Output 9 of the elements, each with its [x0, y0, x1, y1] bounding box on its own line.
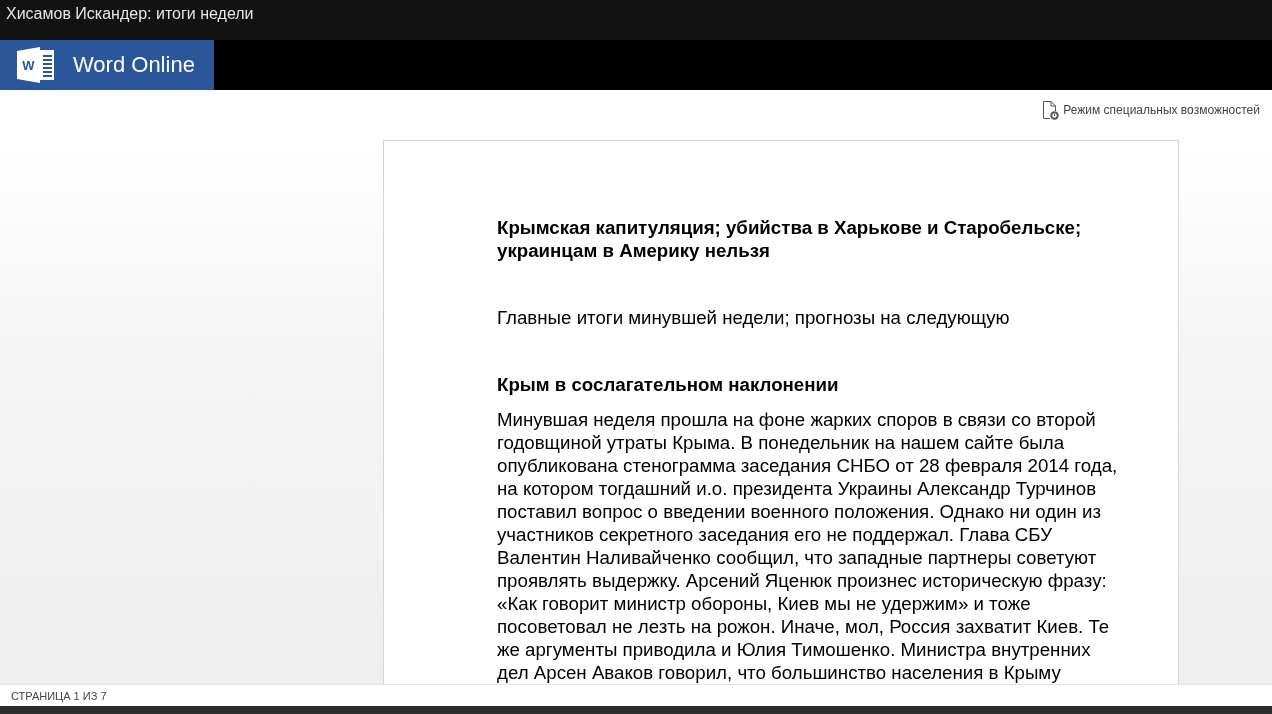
window-title: Хисамов Искандер: итоги недели: [6, 4, 254, 24]
page-indicator: СТРАНИЦА 1 ИЗ 7: [11, 689, 107, 702]
section-heading: Крым в сослагательном наклонении: [497, 373, 840, 396]
document-title: Крымская капитуляция; убийства в Харькове и Старобельске; украинцам в Америку нельзя: [497, 216, 1083, 262]
body-paragraph: Минувшая неделя прошла на фоне жарких споров в связи со второй годовщиной утраты Крыма. В понедельник на нашем сайте была опубликована стенограмма заседания СНБО от 28 февраля 2014 года, на котором тогдашний и.о. президента Украины Александр Турчинов поставил вопрос о введении военного положения. Однако ни один из участников секретного заседания его не поддержал. Глава СБУ Валентин Наливайченко сообщил, что западные партнеры советуют проявлять выдержку. Арсений Яценюк произнес историческую фразу: «Как говорит министр обороны, Киев мы не удержим» и тоже посоветовал не лезть на рожон. Иначе, мол, Россия захватит Киев. Те же аргументы приводила и Юлия Тимошенко. Министра внутренних дел Арсен Аваков говорил, что большинство населения в Крыму: [497, 408, 1119, 684]
document-subtitle: Главные итоги минувшей недели; прогнозы на следующую: [497, 306, 1011, 329]
app-brand-link[interactable]: W Word Online: [0, 40, 214, 90]
accessibility-mode-button[interactable]: Режим специальных возможностей: [1040, 98, 1262, 122]
document-icon: [1042, 100, 1060, 120]
